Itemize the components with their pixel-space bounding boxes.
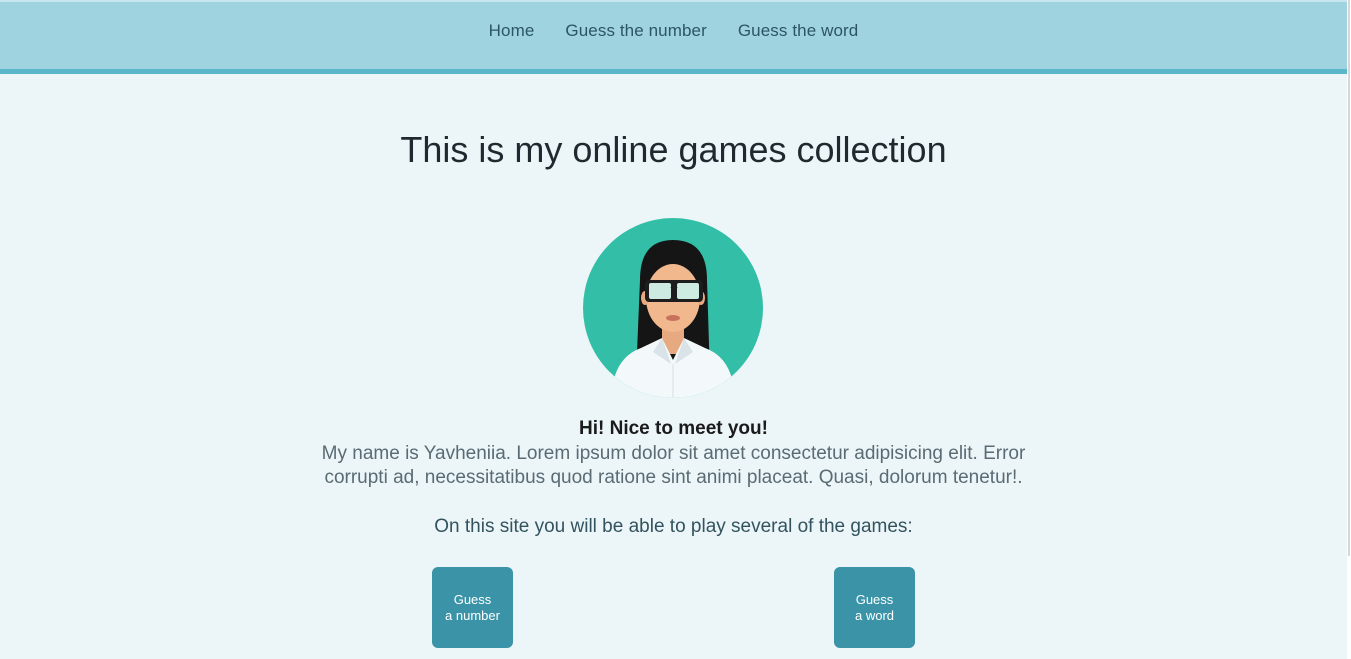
games-note: On this site you will be able to play se… <box>434 516 913 537</box>
guess-word-button-line1: Guess <box>855 591 894 607</box>
guess-number-button-line1: Guess <box>453 591 492 607</box>
scrollbar-thumb[interactable] <box>1348 0 1350 556</box>
page: Home Guess the number Guess the word Thi… <box>0 0 1347 659</box>
scrollbar[interactable] <box>1347 0 1351 659</box>
nav-guess-number-link[interactable]: Guess the number <box>565 21 706 41</box>
nav-home-link[interactable]: Home <box>489 21 535 41</box>
avatar-icon <box>583 218 763 398</box>
guess-number-button[interactable]: Guess a number <box>432 567 513 648</box>
main-navigation: Home Guess the number Guess the word <box>0 21 1347 41</box>
nav-guess-word-link[interactable]: Guess the word <box>738 21 858 41</box>
page-title: This is my online games collection <box>400 129 947 170</box>
header-bottom-border <box>0 69 1347 74</box>
greeting-heading: Hi! Nice to meet you! <box>579 418 768 439</box>
guess-number-button-line2: a number <box>445 607 500 623</box>
guess-word-button[interactable]: Guess a word <box>834 567 915 648</box>
guess-word-button-line2: a word <box>854 607 895 623</box>
intro-paragraph: My name is Yavheniia. Lorem ipsum dolor … <box>321 443 1026 488</box>
top-header: Home Guess the number Guess the word <box>0 0 1347 69</box>
